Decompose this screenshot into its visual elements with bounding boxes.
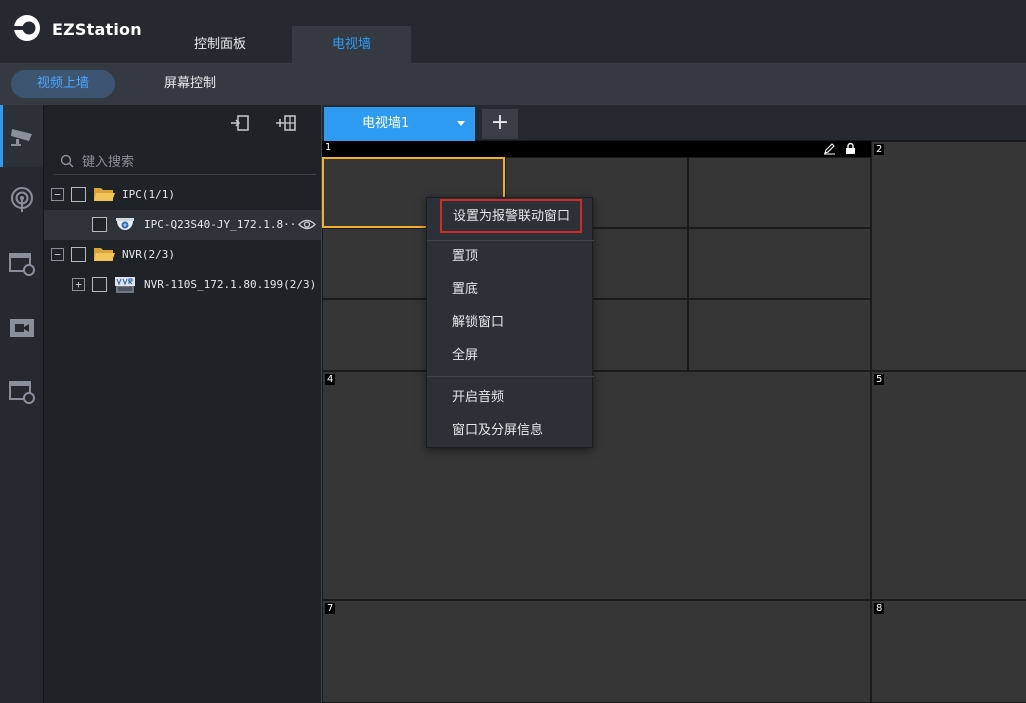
ezstation-logo-icon xyxy=(14,15,40,41)
menu-item-fullscreen[interactable]: 全屏 xyxy=(427,341,594,371)
screen-refresh-icon[interactable] xyxy=(7,249,37,279)
folder-open-icon xyxy=(94,248,115,261)
device-tree-panel: − IPC(1/1) IPC-Q23S40-JY_172.1.8··· xyxy=(43,105,322,703)
tree-device-nvr[interactable]: + NVR-110S_172.1.80.199(2/3) xyxy=(44,270,322,300)
screen-number: 2 xyxy=(874,144,885,155)
wall-tab-label: 电视墙1 xyxy=(362,116,410,131)
screen-7[interactable]: 7 xyxy=(322,600,871,703)
tab-video-to-wall[interactable]: 视频上墙 xyxy=(11,70,115,98)
folder-open-icon xyxy=(94,188,115,201)
title-bar: EZStation 控制面板 电视墙 xyxy=(0,0,1026,63)
menu-item-enable-audio[interactable]: 开启音频 xyxy=(427,383,594,413)
video-icon[interactable] xyxy=(7,313,37,343)
left-icon-rail xyxy=(0,105,43,703)
add-group-icon[interactable] xyxy=(276,114,296,132)
screen-number: 1 xyxy=(325,142,332,153)
device-checkbox[interactable] xyxy=(92,277,107,292)
group-label: NVR(2/3) xyxy=(122,248,175,261)
menu-item-send-to-bottom[interactable]: 置底 xyxy=(427,275,594,305)
app-name: EZStation xyxy=(52,20,142,39)
nvr-icon xyxy=(115,277,135,293)
sub-toolbar: 视频上墙 屏幕控制 xyxy=(0,63,1026,105)
dome-camera-icon xyxy=(116,218,134,230)
tab-control-panel[interactable]: 控制面板 xyxy=(170,26,270,63)
screen-number: 5 xyxy=(874,374,885,385)
collapse-toggle[interactable]: − xyxy=(51,188,64,201)
app-window: EZStation 控制面板 电视墙 视频上墙 屏幕控制 键入搜索 − IPC(… xyxy=(0,0,1026,703)
edit-icon[interactable] xyxy=(823,142,836,155)
add-wall-button[interactable]: + xyxy=(482,109,518,139)
sub-window[interactable] xyxy=(688,299,871,371)
search-icon xyxy=(60,154,74,168)
screen-number: 4 xyxy=(325,374,336,385)
screen-tools xyxy=(820,142,871,173)
wall-tabs-bar: 电视墙1 + xyxy=(322,105,1026,141)
signal-icon[interactable] xyxy=(7,185,37,215)
screen-header: 1 xyxy=(322,141,871,173)
menu-item-unlock-window[interactable]: 解锁窗口 xyxy=(427,308,594,338)
import-icon[interactable] xyxy=(230,114,250,132)
camera-icon[interactable] xyxy=(7,121,37,151)
tree-search xyxy=(54,149,316,175)
tree-group-nvr[interactable]: − NVR(2/3) xyxy=(44,240,322,270)
screen-number: 7 xyxy=(325,603,336,614)
screen-refresh-icon[interactable] xyxy=(7,377,37,407)
sub-window[interactable] xyxy=(688,228,871,299)
screen-2[interactable]: 2 xyxy=(871,141,1026,371)
collapse-toggle[interactable]: − xyxy=(51,248,64,261)
group-label: IPC(1/1) xyxy=(122,188,175,201)
context-menu: 设置为报警联动窗口 置顶 置底 解锁窗口 全屏 开启音频 窗口及分屏信息 xyxy=(426,197,594,448)
chevron-down-icon[interactable] xyxy=(457,121,465,126)
tree-device-ipc[interactable]: IPC-Q23S40-JY_172.1.8··· xyxy=(44,210,322,240)
tab-tv-wall-1[interactable]: 电视墙1 xyxy=(324,107,475,141)
group-checkbox[interactable] xyxy=(71,187,86,202)
menu-divider xyxy=(427,376,594,377)
tab-screen-control[interactable]: 屏幕控制 xyxy=(140,70,240,98)
screen-8[interactable]: 8 xyxy=(871,600,1026,703)
group-checkbox[interactable] xyxy=(71,247,86,262)
device-label: IPC-Q23S40-JY_172.1.8··· xyxy=(144,218,303,231)
screen-1[interactable]: 1 xyxy=(322,141,871,371)
device-checkbox[interactable] xyxy=(92,217,107,232)
sub-window[interactable] xyxy=(688,157,871,228)
tree-group-ipc[interactable]: − IPC(1/1) xyxy=(44,180,322,210)
expand-toggle[interactable]: + xyxy=(72,278,85,291)
menu-item-window-info[interactable]: 窗口及分屏信息 xyxy=(427,416,594,446)
menu-item-bring-to-top[interactable]: 置顶 xyxy=(427,242,594,272)
eye-icon[interactable] xyxy=(298,218,316,231)
screen-number: 8 xyxy=(874,603,885,614)
screen-5[interactable]: 5 xyxy=(871,371,1026,600)
screen-4[interactable]: 4 xyxy=(322,371,871,600)
search-input[interactable] xyxy=(82,151,302,173)
menu-item-set-alarm-window[interactable]: 设置为报警联动窗口 xyxy=(440,199,582,233)
lock-icon[interactable] xyxy=(844,142,857,155)
menu-divider xyxy=(427,240,594,241)
device-label: NVR-110S_172.1.80.199(2/3) xyxy=(144,278,317,291)
tab-tv-wall[interactable]: 电视墙 xyxy=(292,26,411,63)
